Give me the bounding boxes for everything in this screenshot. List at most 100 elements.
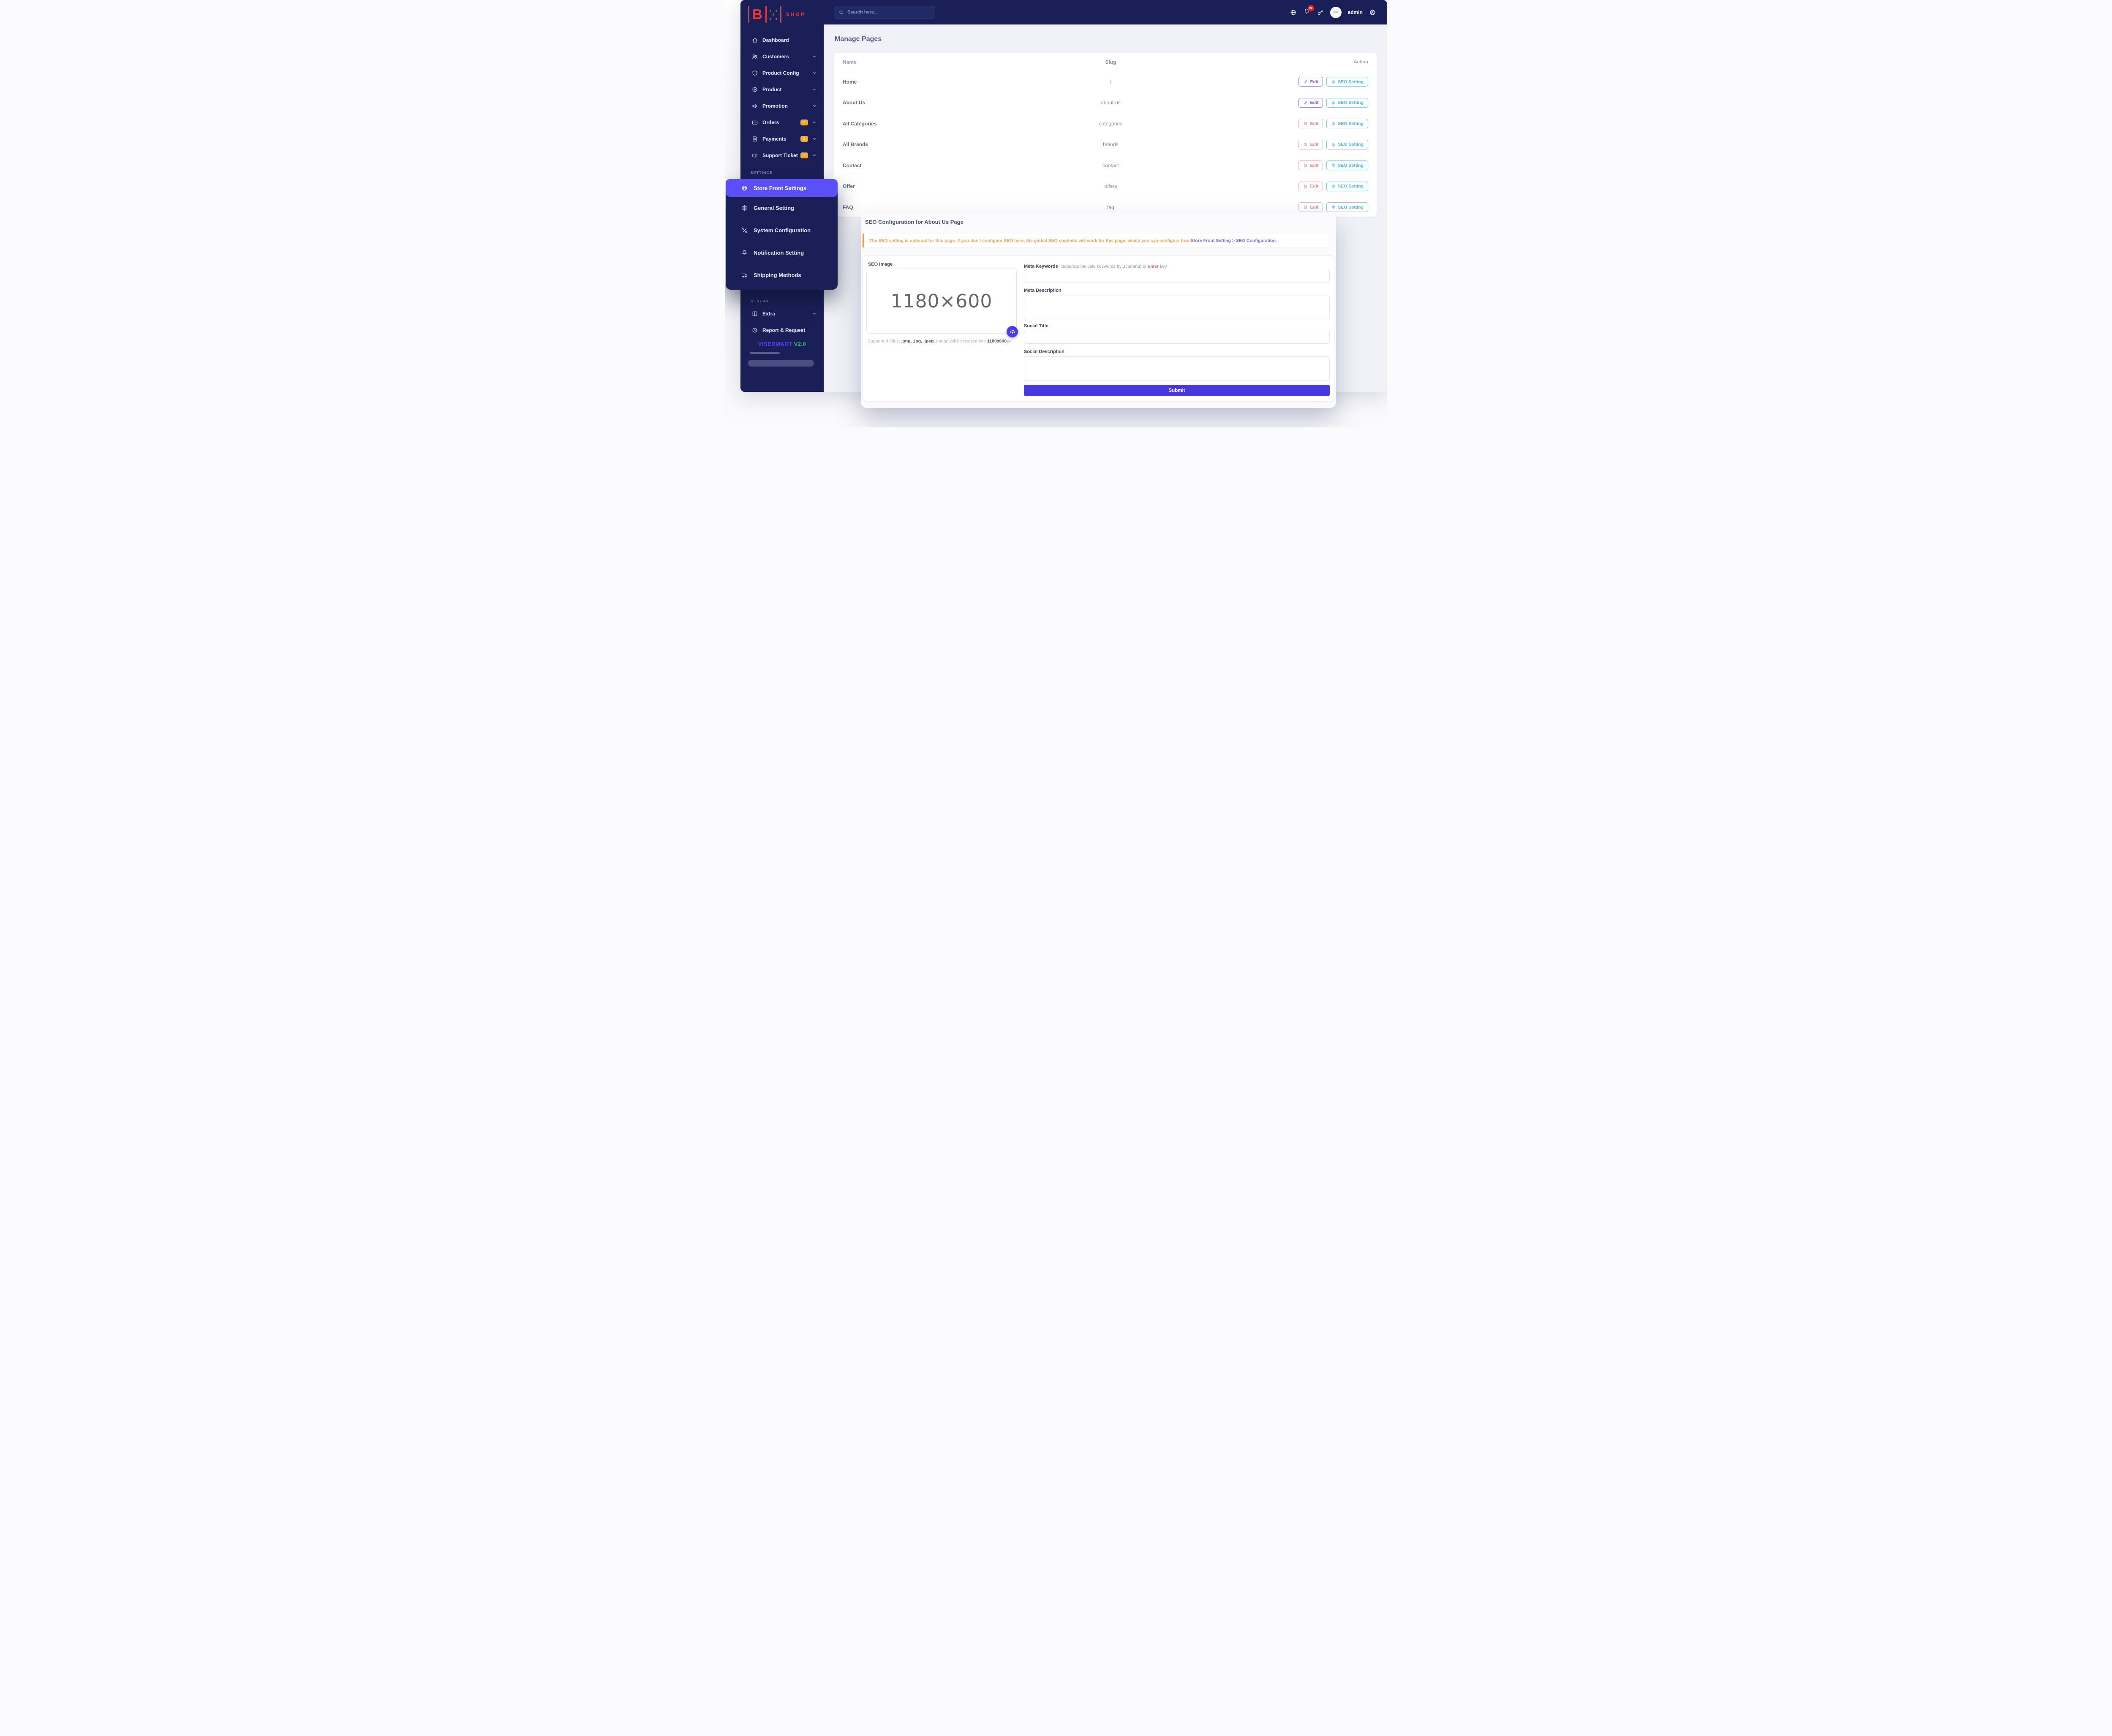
table-row: All Brands brands Edit SEO Setting — [843, 134, 1368, 155]
page-slug: brands — [1042, 141, 1179, 147]
logo-letter: B — [752, 6, 762, 23]
sidebar-item-dashboard[interactable]: Dashboard — [740, 32, 824, 48]
sidebar-item-shipping-methods[interactable]: Shipping Methods — [726, 264, 838, 286]
ban-icon — [1303, 121, 1308, 126]
page-slug: about-us — [1042, 100, 1179, 106]
seo-setting-button[interactable]: SEO Setting — [1326, 160, 1368, 170]
admin-label[interactable]: admin — [1348, 9, 1363, 15]
edit-button-disabled[interactable]: Edit — [1298, 140, 1323, 149]
sidebar-item-notification-setting[interactable]: Notification Setting — [726, 242, 838, 264]
social-title-label: Social Title — [1024, 323, 1048, 329]
search-input[interactable] — [847, 10, 931, 15]
page-name: About Us — [843, 100, 1042, 106]
page-slug: categories — [1042, 121, 1179, 127]
sidebar-item-payments[interactable]: Payments 1 — [740, 130, 824, 147]
submit-button[interactable]: Submit — [1024, 385, 1330, 396]
table-row: About Us about-us Edit SEO Setting — [843, 92, 1368, 114]
sidebar-item-system-configuration[interactable]: System Configuration — [726, 219, 838, 242]
report-icon — [751, 327, 758, 334]
chevron-down-icon — [812, 120, 817, 125]
settings-popout-panel: Store Front Settings General Setting Sys… — [726, 179, 838, 290]
search-box[interactable] — [834, 6, 935, 19]
orders-count-badge: 1 — [800, 120, 808, 125]
upload-image-button[interactable] — [1007, 326, 1018, 337]
page-name: FAQ — [843, 204, 1042, 210]
edit-button-disabled[interactable]: Edit — [1298, 202, 1323, 212]
sidebar-item-report-request[interactable]: Report & Request — [740, 322, 824, 338]
page-slug: contact — [1042, 163, 1179, 168]
sidebar-item-orders[interactable]: Orders 1 — [740, 114, 824, 130]
column-header-action: Action — [1354, 60, 1368, 65]
notification-badge: 99 — [1308, 5, 1314, 11]
footer-pill — [748, 360, 814, 367]
chevron-down-icon — [812, 54, 817, 59]
notifications-button[interactable]: 99 — [1303, 8, 1310, 17]
power-icon[interactable] — [1369, 9, 1376, 16]
sidebar-item-general-setting[interactable]: General Setting — [726, 197, 838, 219]
lifering-icon — [741, 185, 748, 192]
sidebar-item-product[interactable]: Product — [740, 81, 824, 98]
avatar[interactable] — [1330, 7, 1342, 18]
brand-logo[interactable]: B SHOP — [740, 0, 824, 24]
sidebar-item-product-config[interactable]: Product Config — [740, 65, 824, 81]
seo-panel-title: SEO Configuration for About Us Page — [865, 219, 1334, 225]
sidebar-item-store-front-settings[interactable]: Store Front Settings — [726, 179, 838, 197]
grid-icon — [751, 310, 758, 317]
logo-shop-text: SHOP — [786, 11, 806, 17]
logo-bar — [780, 6, 781, 23]
chevron-down-icon — [812, 87, 817, 92]
social-description-label: Social Description — [1024, 349, 1064, 354]
seo-configuration-panel: SEO Configuration for About Us Page The … — [861, 213, 1336, 408]
sidebar-item-customers[interactable]: Customers — [740, 48, 824, 65]
seo-notice: The SEO setting is optional for this pag… — [863, 234, 1329, 247]
seo-setting-button[interactable]: SEO Setting — [1326, 119, 1368, 128]
pencil-icon — [1303, 101, 1308, 105]
sidebar-item-extra[interactable]: Extra — [740, 305, 824, 322]
seo-setting-button[interactable]: SEO Setting — [1326, 98, 1368, 108]
logo-dots-icon — [770, 9, 777, 20]
chevron-down-icon — [812, 103, 817, 109]
sidebar-item-support-ticket[interactable]: Support Ticket 1 — [740, 147, 824, 163]
page-name: All Brands — [843, 141, 1042, 147]
seo-form-fields: Meta Keywords Separate multiple keywords… — [1024, 256, 1330, 401]
ban-icon — [1303, 142, 1308, 147]
edit-button[interactable]: Edit — [1298, 77, 1323, 87]
edit-button[interactable]: Edit — [1298, 98, 1323, 108]
seo-setting-button[interactable]: SEO Setting — [1326, 140, 1368, 149]
column-header-name: Name — [843, 59, 1042, 65]
footer-brand: VISERMART V2.0 — [740, 341, 824, 347]
meta-description-label: Meta Description — [1024, 288, 1061, 293]
seo-image-dropzone[interactable]: 1180×600 — [866, 269, 1017, 334]
gear-icon — [1331, 142, 1336, 147]
seo-setting-button[interactable]: SEO Setting — [1326, 77, 1368, 87]
social-description-textarea[interactable] — [1024, 356, 1330, 381]
edit-button-disabled[interactable]: Edit — [1298, 182, 1323, 191]
support-count-badge: 1 — [800, 152, 808, 158]
chevron-down-icon — [812, 71, 817, 76]
seo-setting-button[interactable]: SEO Setting — [1326, 182, 1368, 191]
meta-description-textarea[interactable] — [1024, 296, 1330, 320]
edit-button-disabled[interactable]: Edit — [1298, 119, 1323, 128]
edit-button-disabled[interactable]: Edit — [1298, 160, 1323, 170]
topbar-actions: 99 admin — [1290, 7, 1387, 18]
ban-icon — [1303, 205, 1308, 209]
logo-bar — [748, 6, 749, 23]
globe-icon[interactable] — [1290, 9, 1297, 16]
sidebar-item-promotion[interactable]: Promotion — [740, 98, 824, 114]
page-name: Offer — [843, 183, 1042, 189]
meta-keywords-input[interactable] — [1024, 270, 1330, 283]
cloud-upload-icon — [1010, 329, 1015, 335]
seo-notice-link[interactable]: Store Front Setting > SEO Configuration. — [1191, 238, 1277, 243]
column-header-slug: Slug — [1042, 59, 1179, 65]
product-icon — [751, 86, 758, 93]
gear-icon — [741, 204, 748, 212]
table-row: Contact contact Edit SEO Setting — [843, 155, 1368, 176]
key-icon[interactable] — [1317, 9, 1324, 16]
meta-keywords-label: Meta Keywords Separate multiple keywords… — [1024, 262, 1167, 270]
seo-setting-button[interactable]: SEO Setting — [1326, 202, 1368, 212]
social-title-input[interactable] — [1024, 331, 1330, 344]
sidebar-nav: Dashboard Customers Product Config Produ… — [740, 32, 824, 163]
chevron-down-icon — [812, 136, 817, 141]
table-row: Home / Edit SEO Setting — [843, 71, 1368, 92]
screenshot-root: B SHOP Dashboard Customers Prod — [725, 0, 1387, 427]
